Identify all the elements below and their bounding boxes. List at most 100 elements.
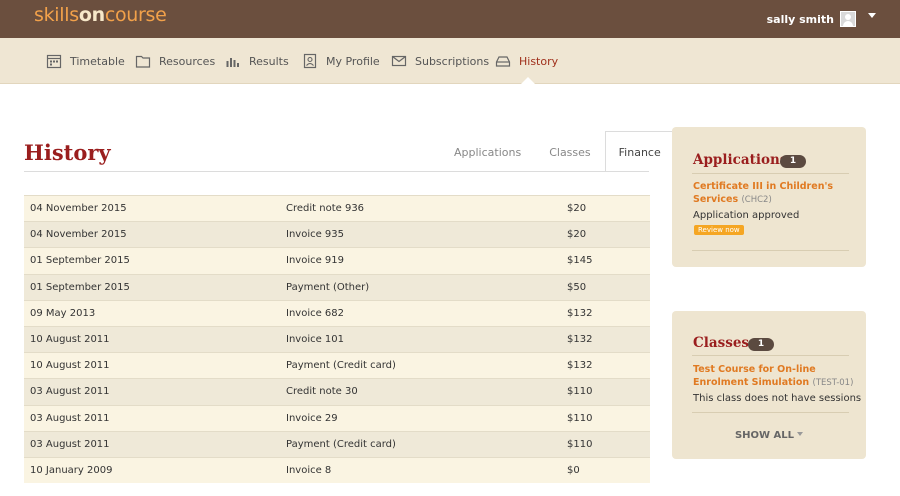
chevron-down-icon[interactable] — [868, 13, 876, 18]
application-status: Application approved — [693, 210, 800, 221]
history-tabs: Applications Classes Finance — [440, 131, 675, 172]
active-nav-pointer — [520, 77, 536, 85]
nav-item-timetable[interactable]: Timetable — [46, 38, 125, 84]
nav-item-my-profile[interactable]: My Profile — [302, 38, 380, 84]
table-row: 01 September 2015 Invoice 919 $145 — [24, 247, 650, 274]
row-amount: $132 — [567, 360, 593, 372]
envelope-icon — [391, 55, 407, 67]
table-row: 03 August 2011 Payment (Credit card) $110 — [24, 430, 650, 457]
divider — [692, 355, 849, 356]
row-date: 10 January 2009 — [30, 464, 113, 476]
class-course-line2: Enrolment Simulation — [693, 377, 810, 388]
row-date: 04 November 2015 — [30, 203, 127, 215]
applications-card: Applications 1 Certificate III in Childr… — [672, 127, 866, 267]
user-menu[interactable]: sally smith — [767, 11, 856, 27]
divider — [24, 171, 649, 172]
row-amount: $0 — [567, 464, 580, 476]
table-row: 04 November 2015 Invoice 935 $20 — [24, 221, 650, 248]
row-description: Payment (Credit card) — [286, 438, 396, 450]
avatar — [840, 11, 856, 27]
user-name: sally smith — [766, 12, 834, 26]
logo[interactable]: skillsoncourse — [34, 4, 167, 26]
nav-label-subscriptions: Subscriptions — [415, 54, 490, 68]
row-date: 09 May 2013 — [30, 307, 96, 319]
row-amount: $20 — [567, 203, 587, 215]
tab-applications[interactable]: Applications — [440, 131, 535, 172]
applications-card-title: Applications — [693, 152, 788, 168]
divider — [692, 250, 849, 251]
classes-card: Classes 1 Test Course for On-line Enrolm… — [672, 311, 866, 459]
tab-finance[interactable]: Finance — [604, 131, 675, 172]
application-course-line2: Services — [693, 194, 739, 205]
row-date: 10 August 2011 — [30, 360, 110, 372]
review-now-button[interactable]: Review now — [694, 225, 744, 235]
table-row: 10 August 2011 Payment (Credit card) $132 — [24, 352, 650, 379]
show-all-button[interactable]: SHOW ALL — [672, 430, 866, 441]
logo-text-course: course — [104, 4, 167, 26]
logo-text-on: on — [78, 4, 105, 26]
nav-label-history: History — [519, 54, 559, 68]
row-date: 01 September 2015 — [30, 255, 130, 267]
row-description: Invoice 29 — [286, 412, 338, 424]
divider — [692, 412, 849, 413]
row-description: Invoice 8 — [286, 464, 332, 476]
row-amount: $110 — [567, 438, 593, 450]
chevron-down-icon — [797, 432, 804, 436]
class-course-line1: Test Course for On-line — [693, 364, 816, 375]
row-description: Payment (Credit card) — [286, 360, 396, 372]
row-amount: $132 — [567, 307, 593, 319]
folder-icon — [135, 55, 151, 68]
row-date: 10 August 2011 — [30, 334, 110, 346]
nav-item-resources[interactable]: Resources — [135, 38, 215, 84]
row-amount: $110 — [567, 386, 593, 398]
application-course-line1: Certificate III in Children's — [693, 181, 834, 192]
nav-label-timetable: Timetable — [70, 54, 125, 68]
page-title: History — [24, 140, 111, 165]
tab-classes[interactable]: Classes — [535, 131, 604, 172]
application-course-link[interactable]: Certificate III in Children's Services (… — [693, 180, 833, 207]
row-date: 03 August 2011 — [30, 386, 110, 398]
applications-count-badge: 1 — [780, 155, 806, 168]
divider — [692, 173, 849, 174]
class-course-link[interactable]: Test Course for On-line Enrolment Simula… — [693, 363, 853, 390]
row-date: 03 August 2011 — [30, 412, 110, 424]
calendar-icon — [46, 54, 62, 69]
classes-count-badge: 1 — [748, 338, 774, 351]
table-row: 10 August 2011 Invoice 101 $132 — [24, 325, 650, 353]
row-date: 01 September 2015 — [30, 281, 130, 293]
table-row: 09 May 2013 Invoice 682 $132 — [24, 299, 650, 326]
nav-label-results: Results — [249, 54, 289, 68]
table-row: 03 August 2011 Credit note 30 $110 — [24, 378, 650, 405]
row-amount: $20 — [567, 229, 587, 241]
show-all-label: SHOW ALL — [734, 430, 795, 441]
row-date: 03 August 2011 — [30, 438, 110, 450]
top-bar: skillsoncourse sally smith — [0, 0, 900, 38]
inbox-icon — [495, 56, 511, 67]
row-description: Invoice 682 — [286, 307, 345, 319]
table-row: 03 August 2011 Invoice 29 $110 — [24, 404, 650, 431]
nav-item-results[interactable]: Results — [225, 38, 289, 84]
row-amount: $110 — [567, 412, 593, 424]
row-date: 04 November 2015 — [30, 229, 127, 241]
class-course-code: (TEST-01) — [812, 378, 854, 388]
row-description: Invoice 101 — [286, 334, 345, 346]
row-description: Credit note 30 — [286, 386, 358, 398]
nav-item-subscriptions[interactable]: Subscriptions — [391, 38, 489, 84]
row-amount: $145 — [567, 255, 593, 267]
class-status: This class does not have sessions — [693, 393, 862, 404]
row-description: Invoice 919 — [286, 255, 345, 267]
row-amount: $50 — [567, 281, 587, 293]
finance-table: 04 November 2015 Credit note 936 $20 04 No… — [24, 195, 650, 484]
bar-chart-icon — [226, 58, 239, 67]
row-amount: $132 — [567, 334, 593, 346]
row-description: Credit note 936 — [286, 203, 365, 215]
nav-label-resources: Resources — [159, 54, 216, 68]
nav-label-my-profile: My Profile — [326, 54, 380, 68]
table-row: 10 January 2009 Invoice 8 $0 — [24, 456, 650, 484]
table-row: 04 November 2015 Credit note 936 $20 — [24, 195, 650, 222]
profile-icon — [303, 53, 317, 69]
row-description: Payment (Other) — [286, 281, 370, 293]
main-nav: Timetable Resources Results My Profile S… — [0, 38, 900, 84]
application-course-code: (CHC2) — [741, 195, 772, 205]
row-description: Invoice 935 — [286, 229, 345, 241]
